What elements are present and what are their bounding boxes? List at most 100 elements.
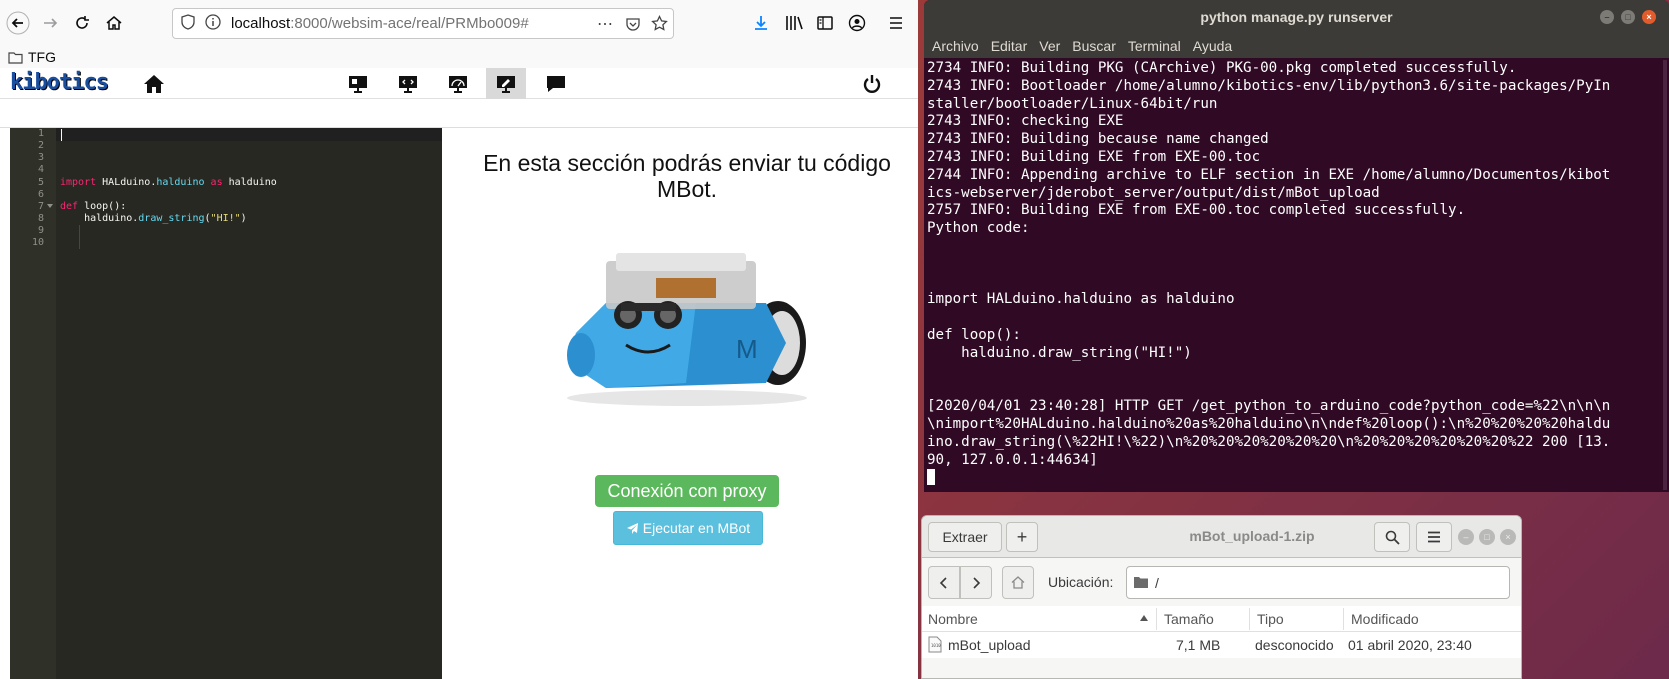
back-button[interactable] [928,566,960,599]
terminal-output[interactable]: 2734 INFO: Building PKG (CArchive) PKG-0… [927,60,1657,487]
location-row: Ubicación: / [922,558,1521,606]
library-icon[interactable] [784,14,804,35]
location-label: Ubicación: [1048,574,1114,590]
line-number: 10 [31,237,44,248]
menu-buscar[interactable]: Buscar [1072,38,1116,54]
terminal-line: def loop(): [927,326,1021,343]
folder-icon [8,51,23,64]
arrow-left-icon [6,11,30,35]
minimize-button[interactable]: – [1458,529,1474,545]
column-size[interactable]: Tamaño [1164,611,1214,627]
star-icon[interactable] [651,14,668,36]
terminal-line: ​ [927,274,1657,292]
kibotics-subbar [0,100,918,128]
forward-button[interactable] [960,566,992,599]
add-files-button[interactable]: + [1006,522,1038,552]
sidebar-icon[interactable] [816,14,834,35]
code-editor[interactable]: 1 2 3 4 5 6 7 8 9 10 import HALduino.hal… [10,128,442,679]
kb-monitor-button[interactable] [338,68,378,99]
object-name: halduino. [84,213,139,224]
info-icon[interactable] [205,13,221,34]
terminal-line: 2743 INFO: checking EXE [927,113,1124,130]
search-button[interactable] [1374,522,1410,552]
bookmark-folder[interactable]: TFG [8,49,56,65]
fold-arrow-icon[interactable] [47,204,53,208]
chat-icon [547,75,565,92]
kb-real-robot-button[interactable] [486,68,526,99]
back-button[interactable] [2,7,34,39]
column-modified[interactable]: Modificado [1351,611,1419,627]
run-button-label: Ejecutar en MBot [642,520,751,536]
menu-ayuda[interactable]: Ayuda [1193,38,1232,54]
forward-button[interactable] [34,7,66,39]
kibotics-header: kibotics [0,68,918,99]
bookmarks-toolbar: TFG [0,46,918,68]
terminal-line: import HALduino.halduino as halduino [927,291,1235,308]
menu-ver[interactable]: Ver [1039,38,1060,54]
kb-dashboard-button[interactable] [438,68,478,99]
sort-ascending-icon[interactable] [1140,615,1148,621]
extract-button[interactable]: Extraer [928,522,1002,552]
location-field[interactable]: / [1126,566,1510,599]
file-row[interactable]: 1010 mBot_upload 7,1 MB desconocido 01 a… [922,632,1521,658]
url-text[interactable]: localhost:8000/websim-ace/real/PRMbo009# [231,15,529,32]
kb-home-button[interactable] [134,68,174,99]
proxy-connection-button[interactable]: Conexión con proxy [595,475,779,507]
terminal-line: ​ [927,256,1657,274]
kb-logout-button[interactable] [852,68,892,99]
terminal-line: staller/bootloader/Linux-64bit/run [927,95,1218,112]
kb-code-button[interactable] [388,68,428,99]
terminal-line: 2743 INFO: Bootloader /home/alumno/kibot… [927,77,1611,94]
chevron-left-icon [939,576,947,589]
line-number: 8 [37,213,44,224]
account-icon[interactable] [848,14,866,35]
kibotics-logo[interactable]: kibotics [10,70,109,95]
line-number: 3 [37,152,44,163]
column-name[interactable]: Nombre [928,611,978,627]
terminal-line: ​ [927,380,1657,398]
maximize-button[interactable]: □ [1621,10,1635,24]
module-name: HALduino. [102,177,157,188]
paren: ) [240,213,247,224]
kb-chat-button[interactable] [536,68,576,99]
close-button[interactable]: × [1500,529,1516,545]
function-signature: loop(): [84,201,127,212]
menu-button[interactable] [1416,522,1452,552]
indent-guide [79,225,80,249]
line-number: 5 [37,177,44,188]
terminal-title: python manage.py runserver [1200,9,1393,25]
menu-icon[interactable] [888,15,904,34]
monitor-icon [349,75,367,93]
download-icon[interactable] [752,14,770,35]
menu-archivo[interactable]: Archivo [932,38,979,54]
line-number: 7 [37,201,44,212]
file-name: mBot_upload [948,637,1031,653]
page-actions-icon[interactable]: ⋯ [597,14,613,34]
run-on-mbot-button[interactable]: Ejecutar en MBot [613,511,763,545]
minimize-button[interactable]: – [1600,10,1614,24]
terminal-scrollbar[interactable] [1663,60,1667,490]
function-name: draw_string [138,213,205,224]
folder-icon [1134,577,1148,588]
shield-icon[interactable] [181,13,195,34]
terminal-cursor [927,469,935,486]
url-bar[interactable]: localhost:8000/websim-ace/real/PRMbo009#… [172,8,674,39]
home-location-button[interactable] [1002,566,1034,599]
close-button[interactable]: × [1642,10,1656,24]
chevron-right-icon [973,576,981,589]
string-literal: "HI!" [210,213,241,224]
menu-editar[interactable]: Editar [991,38,1028,54]
paper-plane-icon [626,522,638,534]
maximize-button[interactable]: □ [1479,529,1495,545]
terminal-line: halduino.draw_string("HI!") [927,344,1192,361]
reload-button[interactable] [66,7,98,39]
column-type[interactable]: Tipo [1257,611,1284,627]
terminal-line: ​ [927,363,1657,381]
dashboard-icon [449,75,467,93]
menu-terminal[interactable]: Terminal [1128,38,1181,54]
terminal-line: [2020/04/01 23:40:28] HTTP GET /get_pyth… [927,398,1611,415]
home-button[interactable] [98,7,130,39]
hamburger-icon [1428,531,1440,543]
line-number: 2 [37,140,44,151]
pocket-icon[interactable] [625,16,641,36]
